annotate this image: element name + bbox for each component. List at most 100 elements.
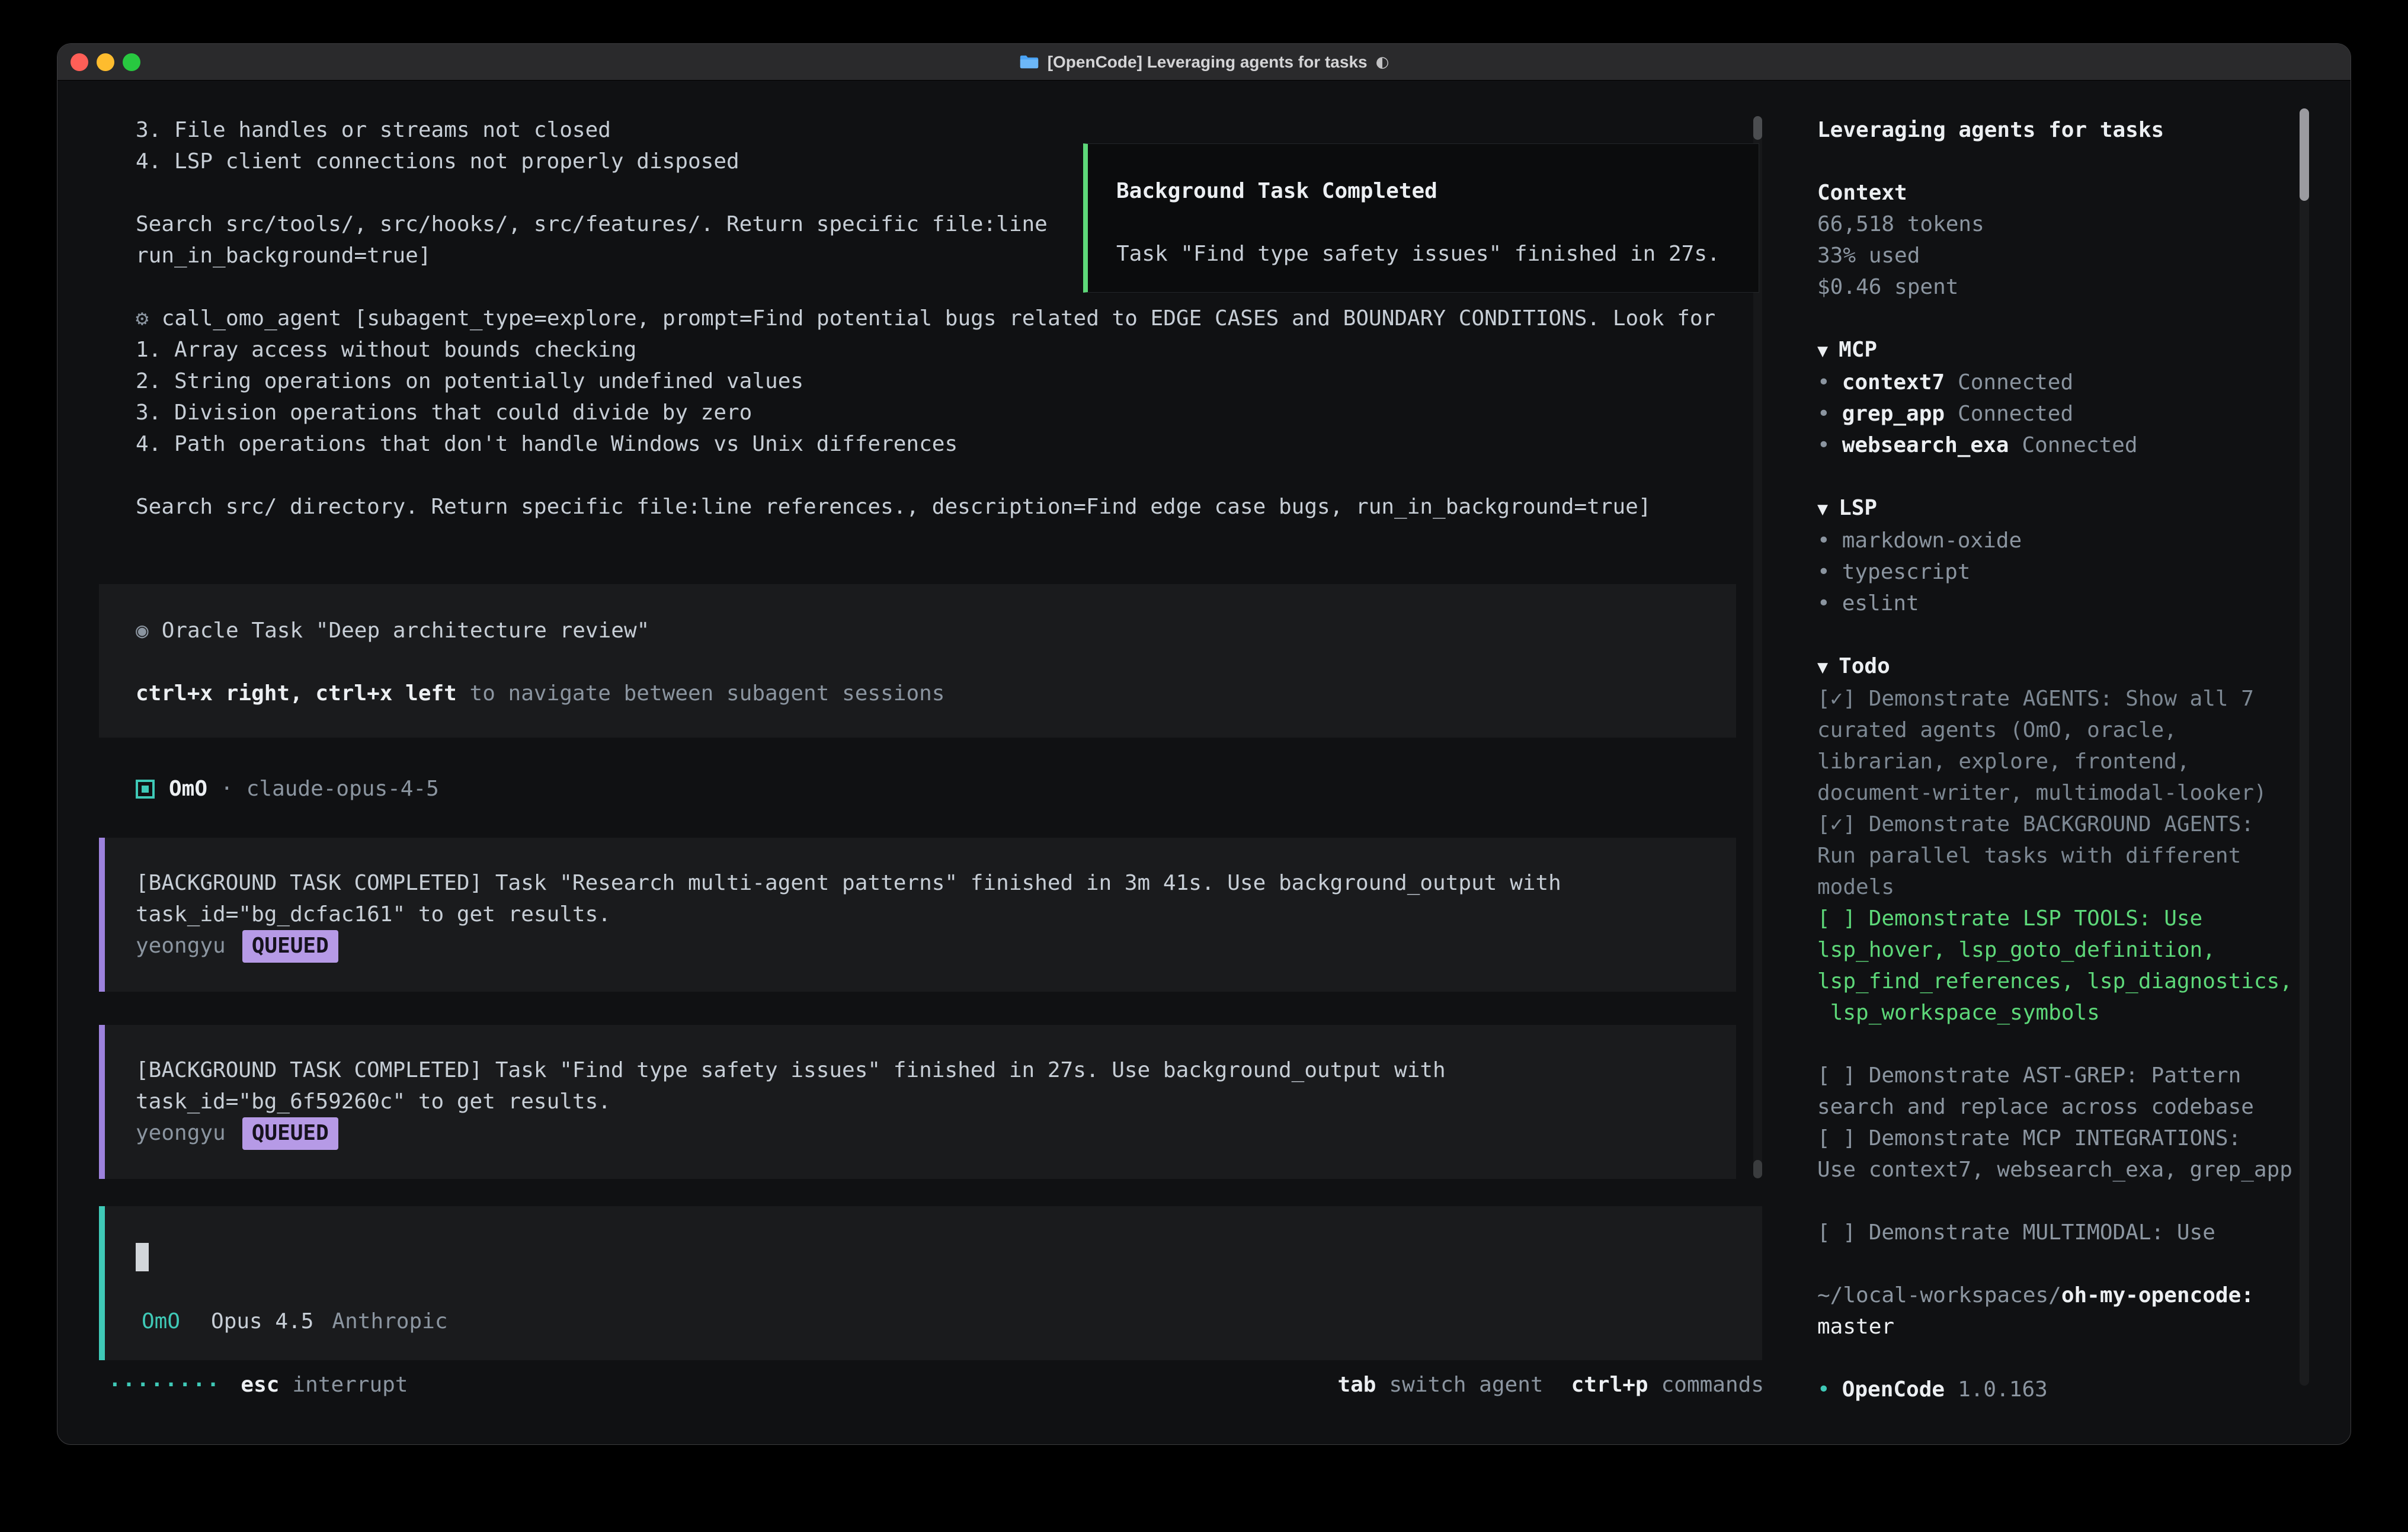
- todo-section-header: ▼Todo: [1817, 650, 2300, 683]
- text-cursor: [136, 1243, 149, 1271]
- agent-header: OmO · claude-opus-4-5: [136, 773, 439, 805]
- close-button[interactable]: [71, 53, 88, 71]
- sidebar-scrollbar[interactable]: [2300, 108, 2309, 1386]
- record-icon: ◉: [136, 618, 149, 643]
- status-right: tab switch agent ctrl+p commands: [1337, 1369, 1764, 1400]
- author: yeongyu: [136, 934, 226, 958]
- spacer: [1817, 1248, 2300, 1280]
- tool-call-line: ⚙ call_omo_agent [subagent_type=explore, …: [136, 303, 1715, 334]
- context-spent: $0.46 spent: [1817, 271, 2300, 303]
- mcp-name: grep_app: [1842, 402, 1945, 426]
- todo-item: [ ] Demonstrate MCP INTEGRATIONS: Use co…: [1817, 1123, 2300, 1185]
- session-title: Leveraging agents for tasks: [1817, 114, 2300, 146]
- titlebar: [OpenCode] Leveraging agents for tasks ◐: [57, 44, 2351, 81]
- transcript-line: 1. Array access without bounds checking: [136, 334, 1715, 366]
- spinner-dots-icon: ········: [108, 1369, 220, 1400]
- lsp-item: •markdown-oxide: [1817, 525, 2300, 556]
- context-heading: Context: [1817, 177, 2300, 209]
- card-line: [BACKGROUND TASK COMPLETED] Task "Resear…: [136, 867, 1736, 899]
- spacer: [1817, 1342, 2300, 1374]
- bullet-icon: •: [1817, 560, 1830, 584]
- terminal-window: [OpenCode] Leveraging agents for tasks ◐…: [57, 43, 2351, 1445]
- spacer: [136, 460, 1715, 491]
- lsp-section-header: ▼ LSP: [1817, 492, 2300, 525]
- card-meta-line: yeongyu QUEUED: [136, 930, 1736, 963]
- spacer: [1817, 461, 2300, 492]
- mcp-item: • grep_app Connected: [1817, 398, 2300, 430]
- app-version: 1.0.163: [1958, 1377, 2048, 1402]
- todo-item: [ ] Demonstrate MULTIMODAL: Use: [1817, 1217, 2300, 1248]
- ctrl-p-key: ctrl+p: [1571, 1369, 1648, 1400]
- window-title: [OpenCode] Leveraging agents for tasks ◐: [1019, 53, 1389, 72]
- spacer: [1817, 619, 2300, 650]
- minimize-button[interactable]: [97, 53, 114, 71]
- lsp-heading: LSP: [1839, 496, 1877, 520]
- spacer: [1817, 1185, 2300, 1217]
- bullet-icon: •: [1817, 433, 1830, 457]
- mcp-status: Connected: [1958, 402, 2073, 426]
- mcp-section-header: ▼ MCP: [1817, 334, 2300, 367]
- mcp-status: Connected: [2022, 433, 2137, 457]
- window-title-text: [OpenCode] Leveraging agents for tasks: [1048, 53, 1368, 72]
- oracle-hint-keys: ctrl+x right, ctrl+x left: [136, 681, 457, 706]
- mcp-status: Connected: [1958, 370, 2073, 395]
- esc-key: esc: [241, 1369, 279, 1400]
- tool-call-text: call_omo_agent [subagent_type=explore, p…: [162, 306, 1716, 331]
- prompt-input[interactable]: OmO Opus 4.5 Anthropic: [99, 1206, 1762, 1360]
- chevron-down-icon: ▼: [1817, 341, 1828, 361]
- lsp-item: • typescript: [1817, 556, 2300, 588]
- queued-badge: QUEUED: [242, 1117, 338, 1150]
- window-controls: [71, 44, 140, 81]
- bullet-icon: •: [1817, 370, 1830, 395]
- tab-hint: tab switch agent: [1337, 1369, 1543, 1400]
- transcript-line: 4. Path operations that don't handle Win…: [136, 428, 1715, 460]
- mcp-heading: MCP: [1839, 338, 1877, 362]
- bullet-icon: •: [1817, 402, 1830, 426]
- todo-item: [✓] Demonstrate BACKGROUND AGENTS: Run p…: [1817, 809, 2300, 903]
- zoom-button[interactable]: [123, 53, 140, 71]
- status-bar: ········ esc interrupt tab switch agent …: [108, 1369, 1764, 1400]
- queued-badge: QUEUED: [242, 930, 338, 963]
- model-row: OmO Opus 4.5 Anthropic: [142, 1306, 448, 1337]
- author: yeongyu: [136, 1121, 226, 1145]
- toast-body: Task "Find type safety issues" finished …: [1116, 238, 1733, 270]
- desktop: { "theme": { "window_bg": "#101113", "pa…: [0, 0, 2408, 1532]
- agent-model: claude-opus-4-5: [246, 773, 439, 805]
- workspace-repo: oh-my-opencode:: [2061, 1283, 2254, 1307]
- agent-checkbox-icon: [136, 780, 155, 799]
- message-card: [BACKGROUND TASK COMPLETED] Task "Resear…: [99, 838, 1736, 992]
- mcp-name: context7: [1842, 370, 1945, 395]
- sidebar: Leveraging agents for tasks Context 66,5…: [1817, 114, 2300, 1405]
- commands-hint: ctrl+p commands: [1571, 1369, 1764, 1400]
- main-scrollbar-thumb-bottom[interactable]: [1753, 1160, 1762, 1178]
- workspace-dir: ~/local-workspaces/: [1817, 1283, 2061, 1307]
- spacer: [136, 646, 1736, 678]
- todo-item: [✓] Demonstrate AGENTS: Show all 7 curat…: [1817, 683, 2300, 809]
- mcp-item: •websearch_exaConnected: [1817, 430, 2300, 461]
- spacer: [1116, 207, 1733, 238]
- spacer: [1817, 1028, 2300, 1060]
- sidebar-scrollbar-thumb[interactable]: [2300, 108, 2309, 201]
- transcript-line: 3. File handles or streams not closed: [136, 114, 1715, 146]
- context-tokens: 66,518 tokens: [1817, 209, 2300, 240]
- context-used: 33% used: [1817, 240, 2300, 271]
- app-name: OpenCode: [1842, 1377, 1945, 1402]
- bullet-icon: •: [1817, 591, 1830, 616]
- transcript-line: Search src/ directory. Return specific f…: [136, 491, 1715, 523]
- folder-icon: [1019, 54, 1039, 70]
- input-agent-name: OmO: [142, 1306, 180, 1337]
- chevron-down-icon: ▼: [1817, 657, 1828, 678]
- proxy-icon: ◐: [1376, 53, 1389, 71]
- tab-label: switch agent: [1389, 1369, 1543, 1400]
- lsp-name: eslint: [1842, 591, 1919, 616]
- card-line: [BACKGROUND TASK COMPLETED] Task "Find t…: [136, 1055, 1736, 1086]
- separator-dot: ·: [220, 773, 233, 805]
- card-line: task_id="bg_dcfac161" to get results.: [136, 899, 1736, 930]
- main-scrollbar-thumb-top[interactable]: [1753, 116, 1762, 140]
- bullet-icon: •: [1817, 1377, 1830, 1402]
- chevron-down-icon: ▼: [1817, 499, 1828, 520]
- gear-icon: ⚙: [136, 306, 149, 331]
- todo-item: [ ] Demonstrate AST-GREP: Pattern search…: [1817, 1060, 2300, 1123]
- lsp-name: typescript: [1842, 560, 1971, 584]
- status-left: ········ esc interrupt: [108, 1369, 408, 1400]
